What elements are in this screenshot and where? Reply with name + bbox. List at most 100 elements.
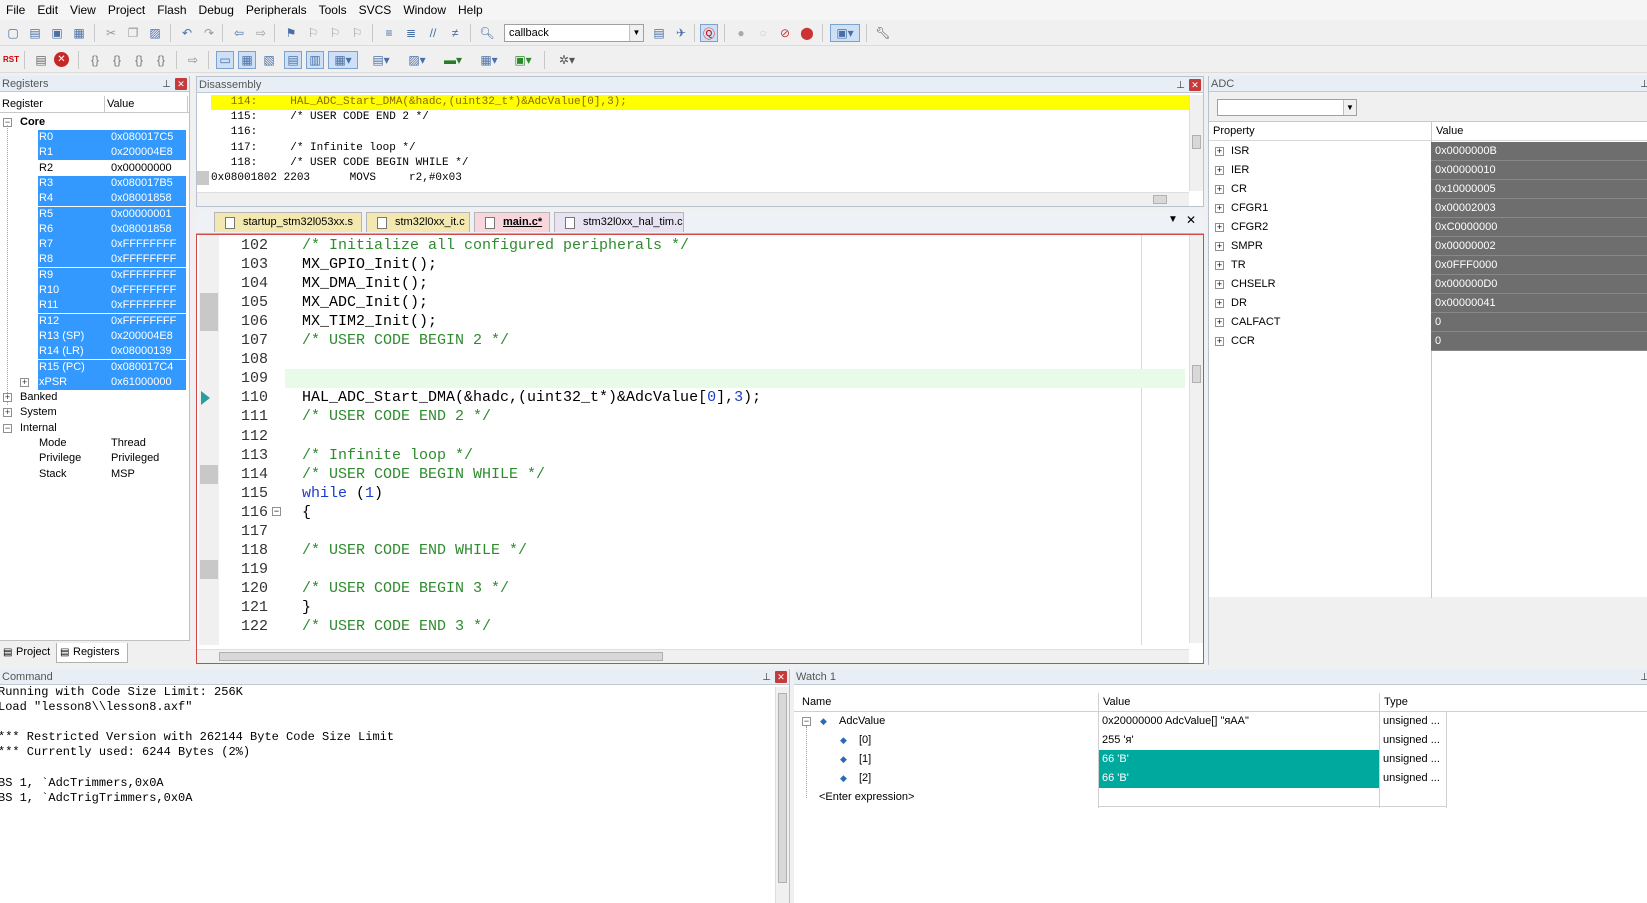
- code-line[interactable]: MX_GPIO_Init();: [302, 255, 437, 274]
- disassembly-vscroll[interactable]: [1189, 95, 1203, 191]
- expand-icon[interactable]: +: [1215, 299, 1224, 308]
- adc-register-value[interactable]: 0x00002003: [1431, 199, 1647, 218]
- expand-icon[interactable]: +: [1215, 204, 1224, 213]
- stop-icon[interactable]: ✕: [54, 52, 69, 67]
- close-icon[interactable]: ✕: [775, 671, 787, 683]
- menu-edit[interactable]: Edit: [31, 0, 64, 20]
- code-line[interactable]: MX_ADC_Init();: [302, 293, 428, 312]
- register-row[interactable]: R7 0xFFFFFFFF: [0, 237, 190, 253]
- run-to-cursor-icon[interactable]: {}: [152, 51, 170, 69]
- register-value[interactable]: 0x08001858: [110, 191, 186, 207]
- adc-register-row[interactable]: + CFGR1 0x00002003: [1209, 199, 1647, 218]
- close-tab-icon[interactable]: ✕: [1186, 213, 1196, 227]
- code-line[interactable]: /* USER CODE END WHILE */: [302, 541, 527, 560]
- editor-hscroll[interactable]: [197, 649, 1189, 663]
- menu-flash[interactable]: Flash: [151, 0, 192, 20]
- expand-icon[interactable]: +: [1215, 223, 1224, 232]
- register-row[interactable]: R2 0x00000000: [0, 161, 190, 176]
- menu-file[interactable]: File: [0, 0, 31, 20]
- adc-register-row[interactable]: + CFGR2 0xC0000000: [1209, 218, 1647, 237]
- register-group-internal[interactable]: Internal: [20, 421, 57, 436]
- register-value[interactable]: 0x08000139: [110, 344, 186, 360]
- new-file-icon[interactable]: ▢: [4, 24, 22, 42]
- nav-back-icon[interactable]: ⇦: [230, 24, 248, 42]
- col-value[interactable]: Value: [1103, 696, 1130, 708]
- register-value[interactable]: 0x200004E8: [110, 328, 186, 344]
- system-viewer-icon[interactable]: ▣▾: [508, 51, 538, 69]
- editor-vscroll[interactable]: [1189, 235, 1203, 643]
- step-over-icon[interactable]: {}: [108, 51, 126, 69]
- expand-icon[interactable]: +: [1215, 242, 1224, 251]
- fold-icon[interactable]: −: [272, 507, 281, 516]
- adc-selector[interactable]: ▼: [1217, 99, 1357, 116]
- register-row[interactable]: R15 (PC) 0x080017C4: [0, 359, 190, 375]
- register-row[interactable]: R6 0x08001858: [0, 221, 190, 237]
- register-row[interactable]: R11 0xFFFFFFFF: [0, 298, 190, 314]
- internal-row[interactable]: Privilege Privileged: [0, 451, 190, 466]
- col-property[interactable]: Property: [1213, 125, 1255, 137]
- col-register[interactable]: Register: [0, 96, 105, 112]
- register-value[interactable]: 0xFFFFFFFF: [110, 237, 186, 253]
- pin-icon[interactable]: ⊥: [1640, 670, 1647, 686]
- register-row[interactable]: R12 0xFFFFFFFF: [0, 313, 190, 329]
- breakpoint-disable-all-icon[interactable]: ⊘: [776, 24, 794, 42]
- toolbox-icon[interactable]: ✲▾: [552, 51, 582, 69]
- editor-tab[interactable]: main.c*: [474, 212, 550, 232]
- register-value[interactable]: 0x080017C5: [110, 130, 186, 145]
- run-icon[interactable]: ▤: [32, 51, 50, 69]
- adc-register-row[interactable]: + SMPR 0x00000002: [1209, 237, 1647, 256]
- expand-icon[interactable]: +: [1215, 166, 1224, 175]
- code-line[interactable]: }: [302, 598, 311, 617]
- menu-window[interactable]: Window: [397, 0, 452, 20]
- register-value[interactable]: 0xFFFFFFFF: [110, 283, 186, 298]
- disassembly-line[interactable]: 115: /* USER CODE END 2 */: [211, 110, 1189, 125]
- register-value[interactable]: 0x080017B5: [110, 175, 186, 191]
- configure-icon[interactable]: 🔧︎: [874, 24, 892, 42]
- register-row[interactable]: R9 0xFFFFFFFF: [0, 267, 190, 283]
- adc-register-row[interactable]: + CR 0x10000005: [1209, 180, 1647, 199]
- find-in-files-icon[interactable]: 🔍︎: [478, 24, 496, 42]
- col-name[interactable]: Name: [802, 696, 831, 708]
- col-type[interactable]: Type: [1384, 696, 1408, 708]
- command-vscroll[interactable]: [775, 687, 789, 903]
- adc-register-value[interactable]: 0x00000041: [1431, 294, 1647, 313]
- expand-icon[interactable]: +: [1215, 337, 1224, 346]
- menu-peripherals[interactable]: Peripherals: [240, 0, 313, 20]
- watch-value[interactable]: 255 'я': [1099, 731, 1379, 750]
- expand-icon[interactable]: +: [3, 408, 12, 418]
- expand-icon[interactable]: +: [1215, 185, 1224, 194]
- adc-register-row[interactable]: + ISR 0x0000000B: [1209, 142, 1647, 161]
- expand-icon[interactable]: +: [1215, 261, 1224, 270]
- incremental-find-icon[interactable]: ✈: [672, 24, 690, 42]
- editor-tab[interactable]: stm32l0xx_hal_tim.c: [554, 212, 684, 232]
- chevron-down-icon[interactable]: ▼: [1343, 100, 1356, 115]
- register-row[interactable]: R1 0x200004E8: [0, 145, 190, 161]
- find-combo[interactable]: callback ▼: [504, 24, 644, 42]
- step-out-icon[interactable]: {}: [130, 51, 148, 69]
- watch-row[interactable]: − ◆ AdcValue 0x20000000 AdcValue[] "яAA" uns…: [794, 712, 1554, 731]
- register-row[interactable]: R5 0x00000001: [0, 206, 190, 222]
- expand-icon[interactable]: +: [20, 377, 29, 387]
- code-line[interactable]: MX_TIM2_Init();: [302, 312, 437, 331]
- bookmark-clear-icon[interactable]: ⚐: [348, 24, 366, 42]
- menu-svcs[interactable]: SVCS: [353, 0, 398, 20]
- command-window-icon[interactable]: ▭: [216, 51, 234, 69]
- code-line[interactable]: /* USER CODE END 3 */: [302, 617, 491, 636]
- register-value[interactable]: 0xFFFFFFFF: [110, 252, 186, 268]
- expand-icon[interactable]: +: [1215, 280, 1224, 289]
- call-stack-icon[interactable]: ▥: [306, 51, 324, 69]
- expand-icon[interactable]: +: [1215, 318, 1224, 327]
- register-value[interactable]: 0xFFFFFFFF: [110, 313, 186, 329]
- disassembly-line[interactable]: 118: /* USER CODE BEGIN WHILE */: [211, 156, 1189, 171]
- watch-value[interactable]: 66 'B': [1099, 769, 1379, 788]
- enter-expression-row[interactable]: <Enter expression>: [794, 788, 1554, 807]
- code-line[interactable]: /* USER CODE BEGIN 3 */: [302, 579, 509, 598]
- bookmark-prev-icon[interactable]: ⚐: [304, 24, 322, 42]
- register-value[interactable]: 0xFFFFFFFF: [110, 267, 186, 283]
- memory-window-icon[interactable]: ▤▾: [366, 51, 396, 69]
- adc-register-row[interactable]: + CHSELR 0x000000D0: [1209, 275, 1647, 294]
- core-group-label[interactable]: Core: [20, 115, 45, 130]
- internal-row[interactable]: Mode Thread: [0, 436, 190, 451]
- cut-icon[interactable]: ✂: [102, 24, 120, 42]
- adc-register-row[interactable]: + IER 0x00000010: [1209, 161, 1647, 180]
